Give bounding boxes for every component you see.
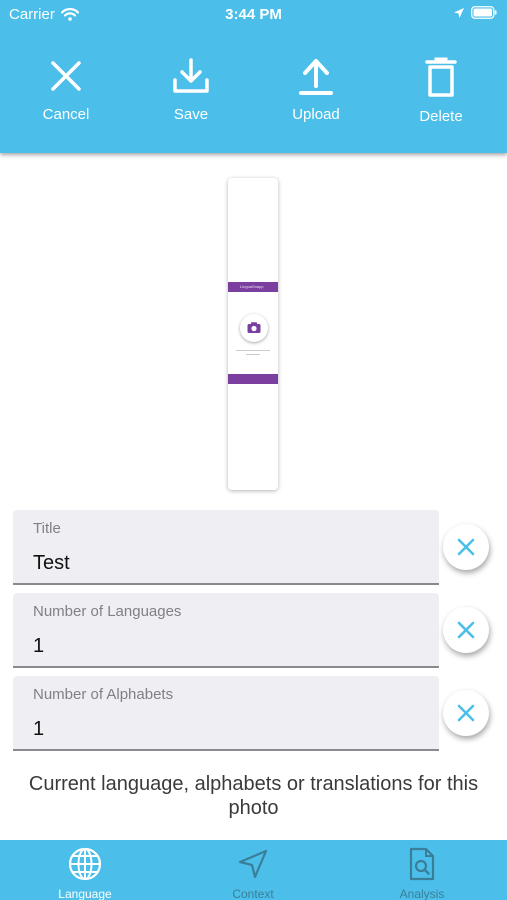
delete-label: Delete xyxy=(419,108,463,125)
close-icon xyxy=(51,61,81,91)
cancel-button[interactable]: Cancel xyxy=(21,56,111,123)
alphabets-field-value[interactable]: 1 xyxy=(33,718,44,741)
bottom-tab-bar: Language Context Analysis xyxy=(0,840,507,900)
battery-icon xyxy=(471,6,497,19)
clear-languages-button[interactable] xyxy=(443,607,489,653)
tab-analysis[interactable]: Analysis xyxy=(362,846,482,900)
close-icon xyxy=(457,621,475,639)
title-field-label: Title xyxy=(33,520,61,537)
app-screen: Carrier 3:44 PM Cancel Save Upload Delet… xyxy=(0,0,507,900)
close-icon xyxy=(457,704,475,722)
preview-text-line xyxy=(246,354,260,355)
preview-camera-button xyxy=(240,314,268,342)
tab-language-label: Language xyxy=(58,887,112,900)
close-icon xyxy=(457,538,475,556)
preview-footer-bar xyxy=(228,374,278,384)
download-icon xyxy=(173,58,209,93)
cancel-label: Cancel xyxy=(42,106,90,123)
save-label: Save xyxy=(173,106,209,123)
globe-icon xyxy=(68,847,102,881)
photo-preview[interactable]: LinguaSnapp xyxy=(228,178,278,490)
languages-field-value[interactable]: 1 xyxy=(33,635,44,658)
status-bar: Carrier 3:44 PM xyxy=(0,0,507,28)
tab-context-label: Context xyxy=(232,887,274,900)
preview-text-line xyxy=(236,350,270,351)
number-of-languages-field[interactable]: Number of Languages 1 xyxy=(13,593,439,668)
number-of-alphabets-field[interactable]: Number of Alphabets 1 xyxy=(13,676,439,751)
helper-text: Current language, alphabets or translati… xyxy=(28,773,479,819)
top-toolbar: Carrier 3:44 PM Cancel Save Upload Delet… xyxy=(0,0,507,153)
upload-label: Upload xyxy=(292,106,340,123)
camera-icon xyxy=(247,322,261,333)
upload-icon xyxy=(299,59,333,95)
languages-field-label: Number of Languages xyxy=(33,603,182,620)
tab-analysis-label: Analysis xyxy=(399,887,445,900)
title-field-value[interactable]: Test xyxy=(33,552,70,575)
clear-title-button[interactable] xyxy=(443,524,489,570)
preview-app-name: LinguaSnapp xyxy=(240,284,264,289)
alphabets-field-label: Number of Alphabets xyxy=(33,686,174,703)
document-search-icon xyxy=(409,847,435,881)
clock: 3:44 PM xyxy=(225,6,282,23)
save-button[interactable]: Save xyxy=(146,56,236,123)
location-icon xyxy=(454,7,464,18)
trash-icon xyxy=(425,57,457,97)
tab-language[interactable]: Language xyxy=(25,846,145,900)
action-toolbar: Cancel Save Upload Delete xyxy=(0,56,507,136)
tab-context[interactable]: Context xyxy=(193,846,313,900)
status-indicators xyxy=(453,6,497,19)
clear-alphabets-button[interactable] xyxy=(443,690,489,736)
title-field[interactable]: Title Test xyxy=(13,510,439,585)
location-arrow-icon xyxy=(238,849,268,879)
delete-button[interactable]: Delete xyxy=(396,56,486,125)
upload-button[interactable]: Upload xyxy=(271,56,361,123)
